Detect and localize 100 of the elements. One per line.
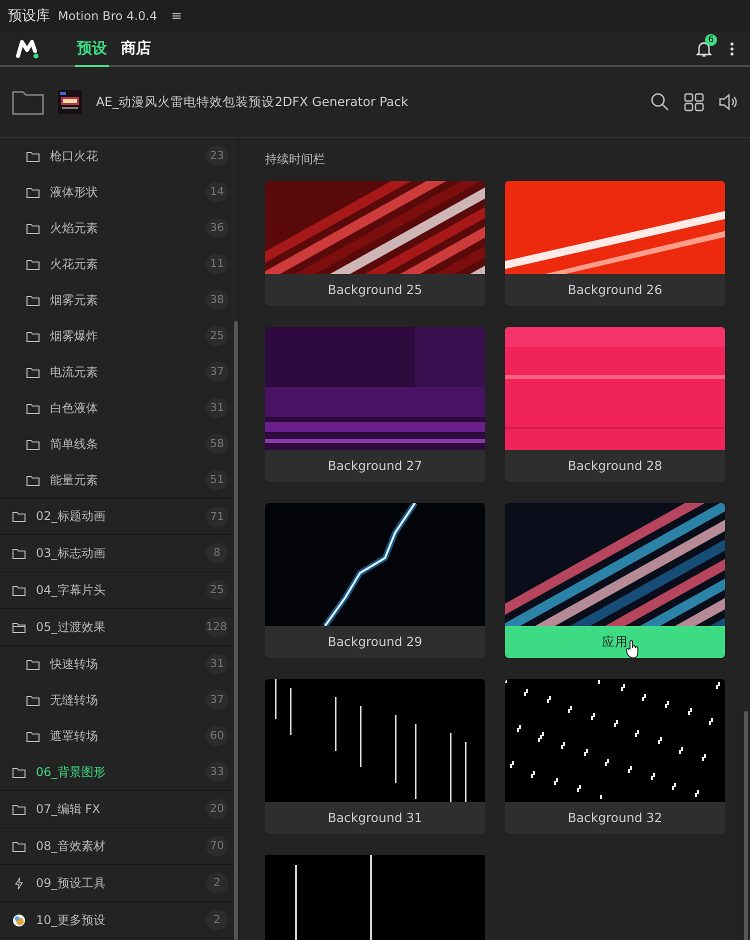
section-heading: 持续时间栏 — [265, 151, 325, 168]
item-count: 2 — [206, 873, 228, 893]
folder-label: 白色液体 — [50, 400, 99, 416]
item-count: 38 — [206, 290, 228, 310]
card-title: Background 25 — [326, 281, 424, 299]
apply-button[interactable]: 应用 — [505, 626, 725, 658]
card-title: Background 27 — [326, 457, 424, 475]
scrollbar[interactable] — [234, 321, 238, 940]
folder-icon — [26, 694, 40, 706]
item-count: 71 — [206, 506, 228, 526]
grid-view-icon[interactable] — [684, 92, 704, 112]
folder-label: 烟雾爆炸 — [50, 328, 99, 344]
speaker-icon[interactable] — [718, 92, 738, 112]
sidebar-item[interactable]: 烟雾元素 38 — [0, 282, 238, 318]
folder-label: 08_音效素材 — [36, 838, 106, 854]
sidebar-item[interactable]: 液体形状 14 — [0, 174, 238, 210]
folder-label: 能量元素 — [50, 472, 99, 488]
nav-tab[interactable]: 商店 — [119, 32, 153, 67]
folder-icon — [26, 438, 40, 450]
nav-tab[interactable]: 预设 — [75, 32, 109, 67]
folder-label: 02_标题动画 — [36, 508, 106, 525]
menu-icon[interactable]: ≡ — [171, 8, 182, 24]
sidebar-item[interactable]: 电流元素 37 — [0, 354, 238, 390]
folder-icon — [26, 474, 40, 486]
folder-label: 火花元素 — [50, 256, 99, 272]
preset-card[interactable]: Background 26 — [505, 181, 725, 306]
preset-card[interactable]: Background 25 — [265, 181, 485, 306]
item-count: 20 — [206, 799, 228, 819]
item-count: 37 — [206, 362, 228, 382]
window-title: 预设库 — [8, 7, 50, 25]
folder-icon — [12, 510, 26, 523]
sidebar-item[interactable]: 遮罩转场 60 — [0, 718, 238, 754]
folder-label: 液体形状 — [50, 184, 99, 200]
folder-icon — [12, 620, 26, 634]
folder-label: 快速转场 — [50, 656, 99, 672]
folder-label: 电流元素 — [50, 364, 99, 380]
card-title: Background 28 — [566, 457, 664, 475]
item-count: 25 — [206, 326, 228, 346]
folder-label: 06_背景图形 — [36, 764, 106, 780]
folder-label: 无缝转场 — [50, 692, 99, 708]
item-count: 23 — [206, 146, 228, 166]
item-count: 11 — [206, 254, 228, 274]
sidebar-item[interactable]: 枪口火花 23 — [0, 138, 238, 174]
item-count: 25 — [206, 580, 228, 600]
folder-icon — [26, 730, 40, 742]
item-count: 36 — [206, 218, 228, 238]
sidebar-item[interactable]: 能量元素 51 — [0, 462, 238, 498]
item-count: 60 — [206, 726, 228, 746]
folder-label: 简单线条 — [50, 436, 99, 452]
more-icon[interactable] — [730, 42, 734, 56]
folder-label: 04_字幕片头 — [36, 582, 106, 598]
avatar-icon — [12, 914, 26, 926]
item-count: 14 — [206, 182, 228, 202]
folder-label: 03_标志动画 — [36, 544, 106, 562]
preset-card[interactable]: 应用 — [505, 503, 725, 658]
card-title: Background 31 — [326, 809, 424, 827]
item-count: 128 — [205, 617, 228, 637]
folder-label: 05_过渡效果 — [36, 618, 106, 636]
folder-label: 火焰元素 — [50, 220, 99, 236]
folder-icon[interactable] — [12, 89, 44, 115]
folder-label: 枪口火花 — [50, 148, 99, 164]
item-count: 31 — [206, 398, 228, 418]
folder-icon — [26, 294, 40, 306]
folder-label: 烟雾元素 — [50, 292, 99, 308]
lightning-icon — [12, 876, 26, 890]
pack-title: AE_动漫风火雷电特效包装预设2DFX Generator Pack — [96, 94, 410, 110]
folder-label: 07_编辑 FX — [36, 800, 102, 818]
sidebar-item[interactable]: 火花元素 11 — [0, 246, 238, 282]
item-count: 70 — [206, 836, 228, 856]
preset-card[interactable]: Background 28 — [505, 327, 725, 482]
card-title: Background 32 — [566, 809, 664, 827]
folder-icon — [26, 658, 40, 670]
preset-card[interactable]: Background 27 — [265, 327, 485, 482]
hand-cursor-icon — [626, 640, 640, 658]
sidebar-item[interactable]: 烟雾爆炸 25 — [0, 318, 238, 354]
notification-badge: 6 — [705, 34, 717, 46]
search-icon[interactable] — [650, 92, 670, 112]
sidebar-item[interactable]: 火焰元素 36 — [0, 210, 238, 246]
folder-icon — [26, 150, 40, 162]
sidebar-item[interactable]: 快速转场 31 — [0, 646, 238, 682]
folder-icon — [12, 840, 26, 852]
folder-icon — [26, 330, 40, 342]
folder-label: 遮罩转场 — [50, 728, 99, 744]
item-count: 2 — [206, 910, 228, 930]
folder-icon — [26, 366, 40, 378]
logo-icon[interactable] — [16, 38, 40, 58]
sidebar-item[interactable]: 白色液体 31 — [0, 390, 238, 426]
preset-card[interactable]: Background 29 — [265, 503, 485, 658]
scrollbar[interactable] — [744, 711, 748, 940]
item-count: 31 — [206, 654, 228, 674]
preset-card[interactable]: Background 31 — [265, 679, 485, 834]
item-count: 51 — [206, 470, 228, 490]
item-count: 8 — [206, 543, 228, 563]
folder-icon — [12, 546, 26, 560]
folder-icon — [12, 584, 26, 596]
preset-card[interactable]: Background 32 — [505, 679, 725, 834]
folder-label: 09_预设工具 — [36, 874, 106, 892]
sidebar-item[interactable]: 简单线条 58 — [0, 426, 238, 462]
sidebar-item[interactable]: 无缝转场 37 — [0, 682, 238, 718]
folder-icon — [26, 402, 40, 414]
